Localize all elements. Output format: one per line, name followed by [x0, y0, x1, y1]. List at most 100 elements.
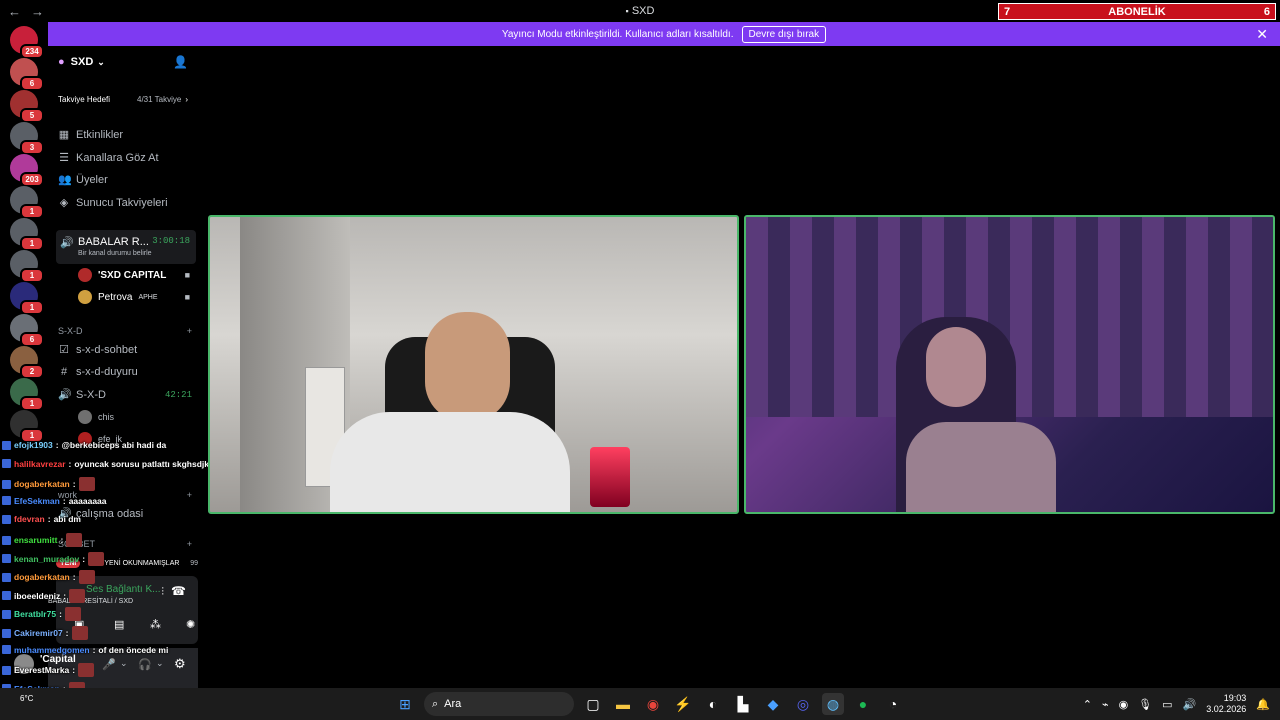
server-icon[interactable]: 1 — [10, 186, 44, 219]
video-tile-petrova[interactable] — [744, 215, 1275, 514]
chat-username: fdevran — [14, 514, 45, 525]
unread-badge: 2 — [20, 364, 44, 379]
server-header[interactable]: ● SXD ⌄ 👤 — [48, 46, 198, 78]
voice-user[interactable]: chis — [78, 410, 190, 424]
speaker-icon: 🔊 — [60, 237, 74, 249]
app-icon[interactable]: ◔ — [882, 693, 904, 715]
weather-widget[interactable]: 6°C — [20, 694, 33, 703]
server-icon[interactable]: 203 — [10, 154, 44, 187]
chat-separator: : — [55, 440, 59, 450]
chevron-right-icon: › — [185, 94, 188, 104]
category-sxd[interactable]: S-X-D + — [58, 326, 192, 336]
emote-image — [64, 607, 81, 622]
unread-badge: 1 — [20, 204, 44, 219]
chat-text: aaaaaaaa — [68, 495, 107, 506]
discord-icon[interactable]: ◎ — [792, 693, 814, 715]
chat-username: halilkavrezar — [14, 458, 66, 469]
server-icon[interactable]: 3 — [10, 122, 44, 155]
calendar-icon: ▦ — [58, 129, 70, 141]
chat-separator: : — [65, 628, 69, 638]
boost-goal[interactable]: Takviye Hedefi 4/31 Takviye › — [54, 88, 192, 110]
back-icon[interactable]: ← — [8, 4, 21, 19]
server-icon[interactable]: 2 — [10, 346, 44, 379]
platform-icon — [2, 514, 11, 524]
monitor-icon[interactable]: ▭ — [1162, 698, 1172, 711]
task-view-icon[interactable]: ▢ — [582, 693, 604, 715]
channel-sohbet[interactable]: ☑ s-x-d-sohbet — [58, 343, 137, 357]
app-icon[interactable]: ▙ — [732, 693, 754, 715]
platform-icon — [2, 479, 11, 489]
taskbar-search[interactable]: ⌕ Ara — [424, 692, 574, 716]
server-icon[interactable]: 5 — [10, 90, 44, 123]
members-icon: 👥 — [58, 174, 72, 186]
server-icon[interactable]: 1 — [10, 410, 44, 443]
add-channel-icon[interactable]: + — [187, 326, 192, 336]
chat-separator: : — [59, 609, 62, 620]
platform-icon — [2, 609, 11, 619]
camera-icon: ■ — [184, 292, 190, 302]
server-badge-icon: ● — [58, 56, 65, 68]
active-voice-channel[interactable]: 🔊 BABALAR R... 3:00:18 Bir kanal durumu … — [56, 230, 196, 264]
voice-user[interactable]: Petrova APHE ■ — [78, 290, 190, 304]
platform-icon — [2, 496, 11, 506]
chat-separator: : — [47, 514, 51, 525]
windows-start-icon[interactable]: ⊞ — [394, 693, 416, 715]
tray-icon[interactable]: ⌁ — [1102, 698, 1109, 711]
server-icon[interactable]: 1 — [10, 250, 44, 283]
voice-channel-sxd[interactable]: 🔊 S-X-D 42:21 — [58, 388, 192, 402]
volume-icon[interactable]: 🔊 — [1183, 698, 1197, 711]
video-tile-sxd-capital[interactable] — [208, 215, 739, 514]
nav-events[interactable]: ▦ Etkinlikler — [58, 128, 123, 142]
spotify-icon[interactable]: ● — [852, 693, 874, 715]
clock[interactable]: 19:03 3.02.2026 — [1206, 693, 1246, 715]
app-icon[interactable]: ◆ — [762, 693, 784, 715]
invite-people-icon[interactable]: 👤 — [173, 55, 188, 69]
forward-icon[interactable]: → — [31, 4, 44, 19]
browser-icon[interactable]: ◍ — [822, 693, 844, 715]
avatar — [78, 268, 92, 282]
microphone-icon[interactable]: 🎙 — [1138, 698, 1152, 711]
chevron-up-icon[interactable]: ⌃ — [1083, 698, 1092, 711]
voice-user[interactable]: 'SXD CAPITAL ■ — [78, 268, 190, 282]
close-icon[interactable]: ✕ — [1256, 26, 1268, 43]
windows-taskbar: 6°C ⊞ ⌕ Ara ▢ ▬ ◉ ⚡ ◐ ▙ ◆ ◎ ◍ ● ◔ ⌃ ⌁ ◉ … — [0, 688, 1280, 720]
chat-username: dogaberkatan — [14, 572, 70, 583]
chrome-icon[interactable]: ◉ — [642, 693, 664, 715]
chat-message: EfeSekman: aaaaaaaa — [2, 496, 107, 506]
app-icon[interactable]: ⚡ — [672, 693, 694, 715]
tray-icon[interactable]: ◉ — [1119, 698, 1129, 711]
person-body — [906, 422, 1056, 512]
server-icon[interactable]: 6 — [10, 58, 44, 91]
browse-channels-icon: ☰ — [59, 152, 69, 164]
camera-icon: ■ — [184, 270, 190, 280]
server-icon[interactable]: 1 — [10, 282, 44, 315]
chat-separator: : — [82, 553, 86, 564]
subscription-right-count: 6 — [1263, 5, 1270, 18]
chat-username: efojk1903 — [14, 440, 53, 450]
voice-timer: 42:21 — [164, 389, 192, 400]
channel-duyuru[interactable]: # s-x-d-duyuru — [58, 366, 138, 378]
chat-username: dogaberkatan — [14, 479, 70, 490]
nav-server-boosts[interactable]: ◈ Sunucu Takviyeleri — [58, 196, 168, 210]
server-icon[interactable]: 6 — [10, 314, 44, 347]
boost-icon: ◈ — [59, 197, 69, 209]
server-icon[interactable]: 1 — [10, 218, 44, 251]
file-explorer-icon[interactable]: ▬ — [612, 693, 634, 715]
notification-icon[interactable]: 🔔 — [1256, 698, 1270, 711]
nav-browse-channels[interactable]: ☰ Kanallara Göz At — [58, 151, 159, 165]
chat-username: kenan_muradov — [14, 553, 80, 564]
chat-username: Cakiremir07 — [14, 628, 63, 638]
subscription-left-count: 7 — [1004, 5, 1011, 18]
voice-channel-name: BABALAR R... — [78, 236, 149, 248]
chat-message: iboeeldeniz: — [2, 588, 86, 603]
server-icon[interactable]: 234 — [10, 26, 44, 59]
person-face — [926, 327, 986, 407]
chat-username: muhammedgomen — [14, 644, 90, 655]
app-icon[interactable]: ◐ — [702, 693, 724, 715]
person-head — [425, 312, 510, 422]
voice-status[interactable]: Bir kanal durumu belirle — [78, 250, 152, 257]
platform-icon — [2, 665, 11, 675]
disable-streamer-mode-button[interactable]: Devre dışı bırak — [741, 25, 827, 43]
server-icon[interactable]: 1 — [10, 378, 44, 411]
nav-members[interactable]: 👥 Üyeler — [58, 173, 108, 187]
